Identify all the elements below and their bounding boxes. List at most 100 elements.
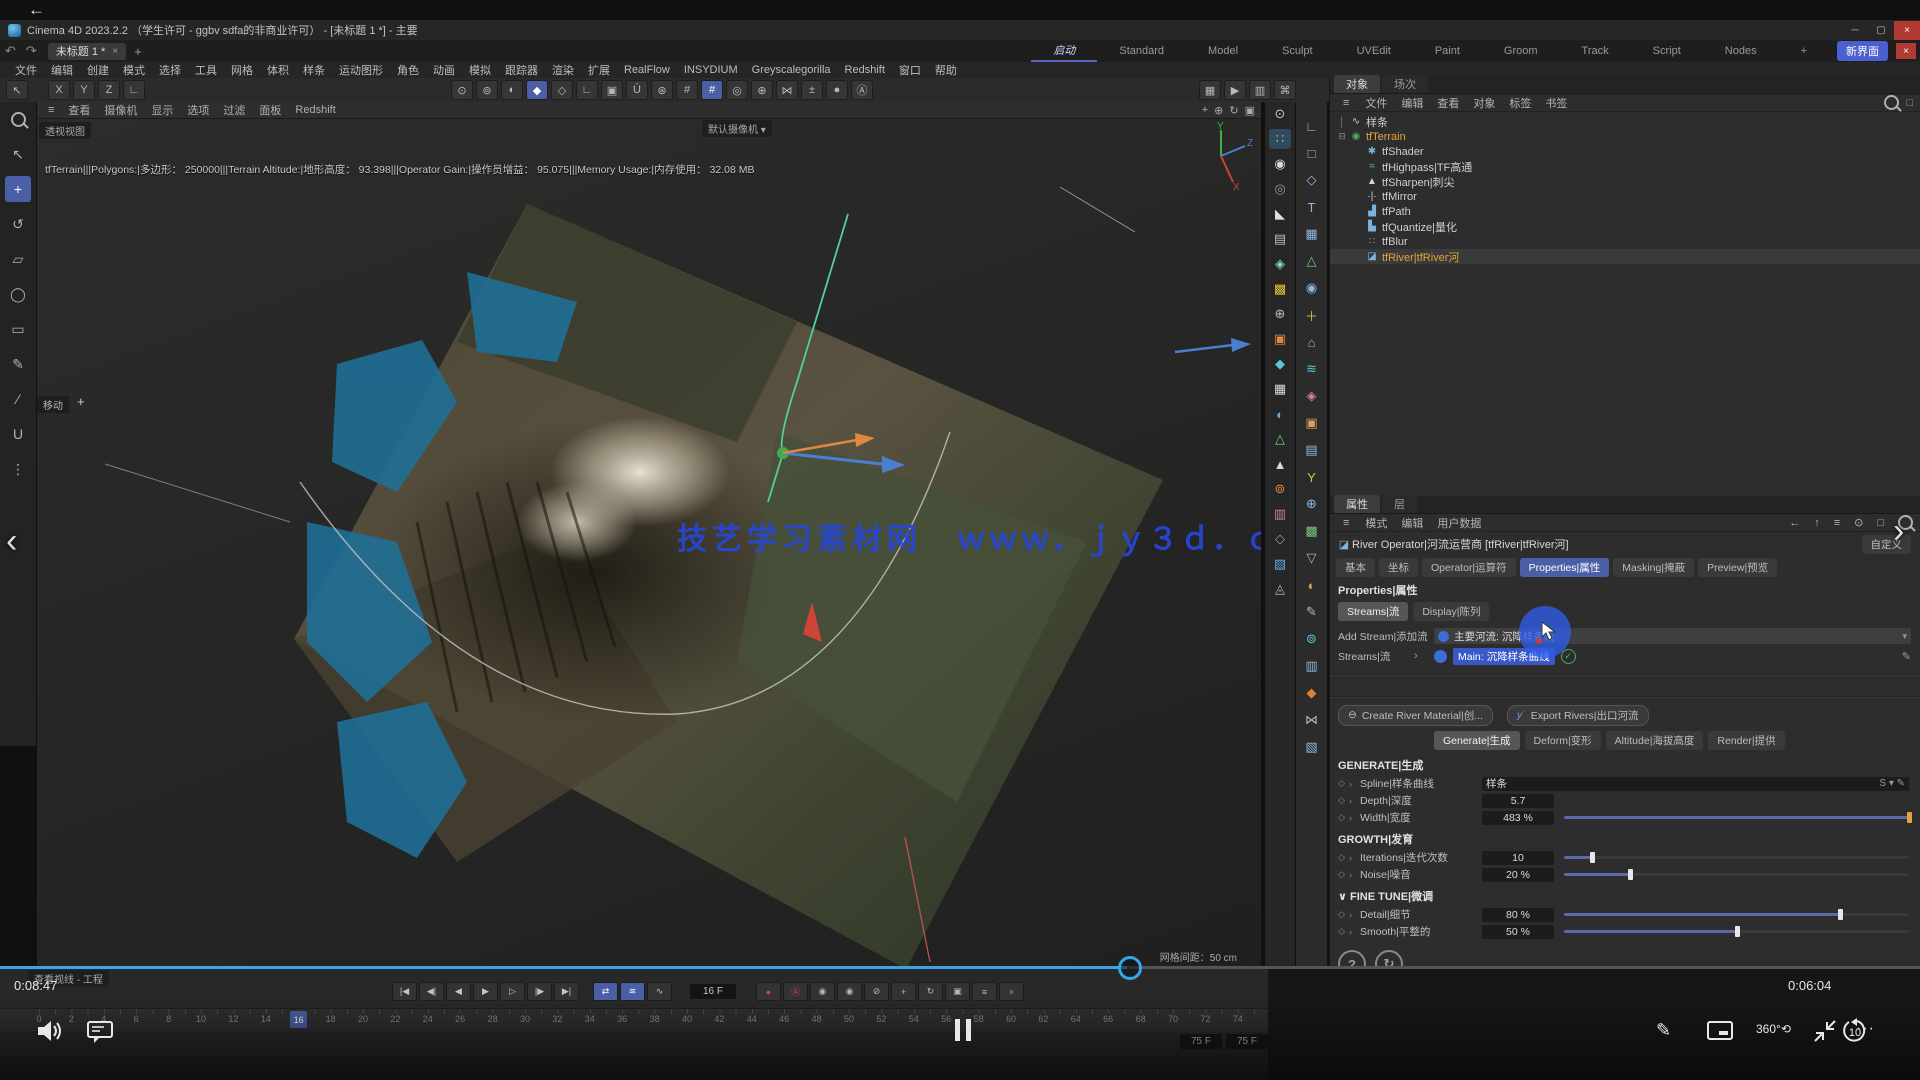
dock-icon[interactable]: ◣: [1269, 204, 1291, 224]
minimize-button[interactable]: ─: [1842, 21, 1868, 40]
object-row[interactable]: ▙tfQuantize|量化✕: [1330, 219, 1920, 234]
keyframe-dot-icon[interactable]: ◇: [1338, 869, 1349, 880]
dock-icon[interactable]: ▧: [1269, 554, 1291, 574]
dock-icon[interactable]: ◐: [1269, 404, 1291, 424]
mode-tab-button[interactable]: Altitude|海拔高度: [1606, 731, 1704, 750]
toolbar-icon[interactable]: ◎: [726, 80, 748, 100]
edit-pencil-icon[interactable]: ✎: [1902, 650, 1911, 663]
slider-handle[interactable]: [1590, 852, 1595, 863]
param-expander-icon[interactable]: ›: [1349, 927, 1360, 937]
attr-nav-icon[interactable]: ≡: [1827, 517, 1847, 529]
filter-icon[interactable]: □: [1906, 97, 1913, 109]
menu-item[interactable]: 创建: [80, 62, 116, 78]
dock-icon[interactable]: ◉: [1301, 278, 1323, 298]
menu-item[interactable]: 体积: [260, 62, 296, 78]
param-value-field[interactable]: 483 %: [1482, 811, 1554, 825]
dock-icon[interactable]: ◎: [1269, 179, 1291, 199]
spline-field-icons[interactable]: S ▾ ✎: [1879, 778, 1905, 789]
workspace-tab[interactable]: Nodes: [1703, 43, 1779, 59]
dock-icon[interactable]: ▥: [1269, 504, 1291, 524]
param-value-field[interactable]: 5.7: [1482, 794, 1554, 808]
redo-icon[interactable]: ↷: [21, 43, 42, 59]
menu-item[interactable]: 扩展: [581, 62, 617, 78]
toolbar-icon[interactable]: Ū: [626, 80, 648, 100]
slider-handle[interactable]: [1838, 909, 1843, 920]
toolbar-icon[interactable]: ⊙: [451, 80, 473, 100]
dock-icon[interactable]: △: [1269, 429, 1291, 449]
danmaku-icon[interactable]: [86, 1018, 114, 1044]
object-row[interactable]: ∷tfBlur✕: [1330, 234, 1920, 249]
param-slider[interactable]: [1564, 930, 1909, 933]
current-frame-marker[interactable]: 16: [290, 1011, 307, 1028]
export-rivers-button[interactable]: y˙ Export Rivers|出口河流: [1507, 705, 1649, 726]
param-slider[interactable]: [1564, 856, 1909, 859]
menu-item[interactable]: Greyscalegorilla: [745, 64, 838, 76]
record-button[interactable]: ▣: [945, 982, 970, 1001]
axis-lock-y[interactable]: Y: [73, 80, 95, 100]
menu-item[interactable]: 网格: [224, 62, 260, 78]
player-next-chevron[interactable]: ›: [1893, 512, 1904, 551]
menu-item[interactable]: 模式: [116, 62, 152, 78]
keyframe-dot-icon[interactable]: ◇: [1338, 795, 1349, 806]
param-slider[interactable]: [1564, 873, 1909, 876]
dock-icon[interactable]: ▧: [1301, 737, 1323, 757]
tab-attributes[interactable]: 属性: [1334, 495, 1380, 513]
param-expander-icon[interactable]: ›: [1349, 779, 1360, 789]
object-row[interactable]: ▟tfPath✕: [1330, 204, 1920, 219]
record-button[interactable]: ×: [999, 982, 1024, 1001]
current-frame-field[interactable]: 16 F: [690, 984, 736, 999]
close-tab-icon[interactable]: ×: [112, 46, 118, 57]
slider-handle[interactable]: [1907, 812, 1912, 823]
keyframe-dot-icon[interactable]: ◇: [1338, 812, 1349, 823]
subtitle-icon[interactable]: [1706, 1018, 1734, 1044]
record-button[interactable]: ●: [756, 982, 781, 1001]
document-tab[interactable]: 未标题 1 * ×: [48, 43, 126, 60]
dock-icon[interactable]: ⊕: [1269, 304, 1291, 324]
workspace-tab[interactable]: Sculpt: [1260, 43, 1335, 59]
attr-nav-icon[interactable]: ←: [1782, 517, 1807, 529]
param-value-field[interactable]: 10: [1482, 851, 1554, 865]
tool-icon[interactable]: ↖: [5, 141, 31, 167]
render-icon[interactable]: ▦: [1199, 80, 1221, 100]
dock-icon[interactable]: ◈: [1269, 254, 1291, 274]
toolbar-icon[interactable]: ∟: [576, 80, 598, 100]
toolbar-icon[interactable]: ⊛: [651, 80, 673, 100]
mode-tab-button[interactable]: Generate|生成: [1434, 731, 1520, 750]
param-expander-icon[interactable]: ›: [1349, 813, 1360, 823]
dock-icon[interactable]: ▩: [1301, 521, 1323, 541]
stream-tab-button[interactable]: Streams|流: [1338, 602, 1408, 621]
player-progress-handle[interactable]: [1118, 956, 1142, 980]
record-button[interactable]: ⊘: [864, 982, 889, 1001]
dock-icon[interactable]: ▣: [1269, 329, 1291, 349]
dock-icon[interactable]: ∷: [1269, 129, 1291, 149]
menu-item[interactable]: 编辑: [44, 62, 80, 78]
toolbar-icon[interactable]: Ⓐ: [851, 80, 873, 100]
workspace-tab[interactable]: Groom: [1482, 43, 1560, 59]
dock-icon[interactable]: ＋: [1301, 305, 1323, 325]
workspace-tab[interactable]: 启动: [1031, 40, 1097, 62]
menu-item[interactable]: 跟踪器: [498, 62, 545, 78]
om-menu-item[interactable]: 文件: [1358, 95, 1394, 111]
keyframe-dot-icon[interactable]: ◇: [1338, 926, 1349, 937]
menu-item[interactable]: 运动图形: [332, 62, 390, 78]
param-slider[interactable]: [1564, 816, 1909, 819]
undo-icon[interactable]: ↶: [0, 43, 21, 59]
search-icon[interactable]: [1884, 95, 1899, 110]
param-expander-icon[interactable]: ›: [1349, 910, 1360, 920]
attr-tab-button[interactable]: Properties|属性: [1520, 558, 1610, 577]
attr-nav-icon[interactable]: □: [1870, 517, 1891, 529]
dock-icon[interactable]: ▥: [1301, 656, 1323, 676]
om-burger-icon[interactable]: ≡: [1336, 97, 1356, 109]
workspace-tab[interactable]: Model: [1186, 43, 1260, 59]
attr-burger-icon[interactable]: ≡: [1336, 517, 1356, 529]
mode-tab-button[interactable]: Render|提供: [1708, 731, 1784, 750]
om-menu-item[interactable]: 编辑: [1394, 95, 1430, 111]
menu-item[interactable]: 帮助: [928, 62, 964, 78]
workspace-tab[interactable]: Paint: [1413, 43, 1482, 59]
dock-icon[interactable]: ✎: [1301, 602, 1323, 622]
record-button[interactable]: ◉: [810, 982, 835, 1001]
cursor-tool-icon[interactable]: ↖: [6, 80, 28, 100]
dock-icon[interactable]: ◐: [1301, 575, 1323, 595]
tool-icon[interactable]: U: [5, 421, 31, 447]
timeline-toggle[interactable]: ∿: [647, 982, 672, 1001]
